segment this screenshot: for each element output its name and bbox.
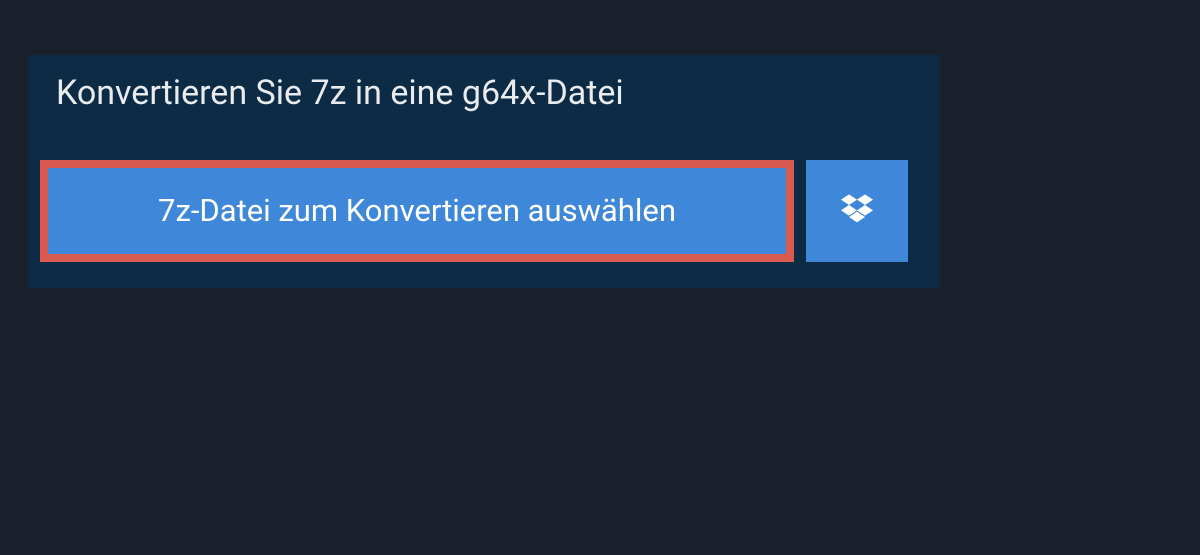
select-file-button[interactable]: 7z-Datei zum Konvertieren auswählen [48, 168, 786, 254]
upload-row: 7z-Datei zum Konvertieren auswählen [28, 134, 940, 288]
dropbox-icon [841, 194, 873, 227]
select-file-label: 7z-Datei zum Konvertieren auswählen [158, 192, 676, 229]
dropbox-button[interactable] [806, 160, 908, 262]
page-title: Konvertieren Sie 7z in eine g64x-Datei [56, 73, 688, 114]
select-file-highlight: 7z-Datei zum Konvertieren auswählen [40, 160, 794, 262]
heading-bar: Konvertieren Sie 7z in eine g64x-Datei [28, 55, 716, 134]
converter-panel: Konvertieren Sie 7z in eine g64x-Datei 7… [28, 55, 940, 288]
